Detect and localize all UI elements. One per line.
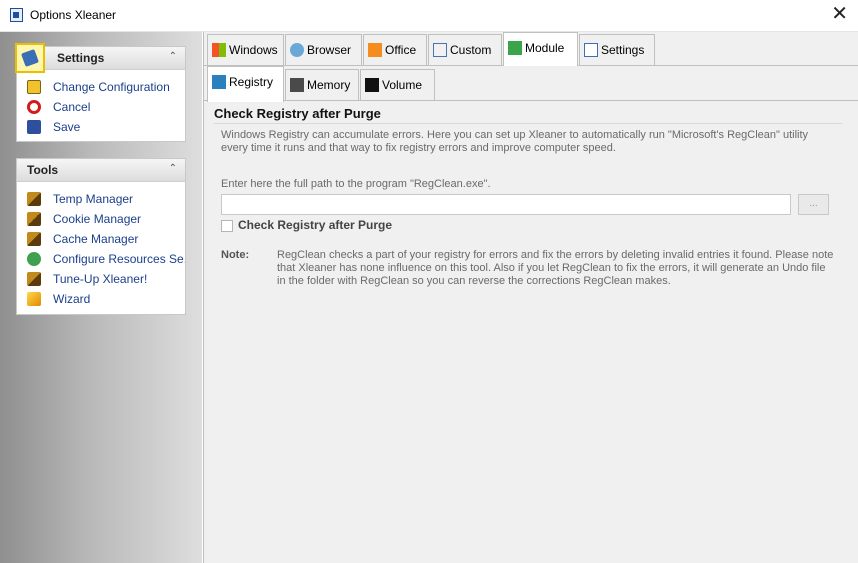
tab-settings[interactable]: Settings bbox=[579, 34, 655, 65]
tab-registry-label: Registry bbox=[229, 75, 274, 89]
tools-panel: Tools ⌃ Temp Manager Cookie Manager Cach… bbox=[16, 158, 186, 315]
resources-icon bbox=[27, 252, 41, 266]
tab-volume-label: Volume bbox=[382, 78, 423, 92]
tools-panel-header[interactable]: Tools ⌃ bbox=[17, 159, 185, 182]
settings-icon bbox=[584, 43, 598, 57]
section-divider bbox=[214, 123, 842, 124]
settings-panel-title: Settings bbox=[57, 51, 105, 65]
registry-content: Check Registry after Purge Windows Regis… bbox=[208, 104, 855, 559]
tab-windows[interactable]: Windows bbox=[207, 34, 284, 65]
cache-manager-label: Cache Manager bbox=[53, 232, 139, 246]
section-title: Check Registry after Purge bbox=[214, 106, 381, 121]
change-configuration-label: Change Configuration bbox=[53, 80, 170, 94]
app-icon bbox=[10, 8, 23, 22]
cancel-icon bbox=[27, 100, 41, 114]
change-config-icon bbox=[27, 80, 41, 94]
regclean-path-label: Enter here the full path to the program … bbox=[221, 178, 491, 190]
collapse-chevron-icon[interactable]: ⌃ bbox=[169, 163, 177, 174]
change-configuration-link[interactable]: Change Configuration bbox=[17, 77, 185, 97]
cookie-manager-label: Cookie Manager bbox=[53, 212, 142, 226]
save-icon bbox=[27, 120, 41, 134]
tab-memory-label: Memory bbox=[307, 78, 351, 92]
tab-custom[interactable]: Custom bbox=[428, 34, 502, 65]
tab-browser[interactable]: Browser bbox=[285, 34, 362, 65]
cache-manager-link[interactable]: Cache Manager bbox=[17, 229, 185, 249]
broom-icon bbox=[27, 192, 41, 206]
wizard-link[interactable]: Wizard bbox=[17, 289, 185, 309]
tab-row2-divider bbox=[204, 100, 858, 101]
tune-up-link[interactable]: Tune-Up Xleaner! bbox=[17, 269, 185, 289]
broom-icon bbox=[27, 272, 41, 286]
module-icon bbox=[508, 41, 522, 55]
left-pane: Settings ⌃ Change Configuration Cancel S… bbox=[0, 32, 202, 563]
cookie-manager-link[interactable]: Cookie Manager bbox=[17, 209, 185, 229]
configure-resources-link[interactable]: Configure Resources Se... bbox=[17, 249, 185, 269]
temp-manager-link[interactable]: Temp Manager bbox=[17, 189, 185, 209]
tab-volume[interactable]: Volume bbox=[360, 69, 435, 100]
settings-panel-icon bbox=[15, 43, 45, 73]
check-registry-label[interactable]: Check Registry after Purge bbox=[238, 218, 392, 232]
office-icon bbox=[368, 43, 382, 57]
check-registry-checkbox[interactable] bbox=[221, 220, 233, 232]
tab-office[interactable]: Office bbox=[363, 34, 427, 65]
save-link[interactable]: Save bbox=[17, 117, 185, 137]
tune-up-label: Tune-Up Xleaner! bbox=[53, 272, 148, 286]
right-pane: Windows Browser Office Custom Module Set… bbox=[203, 32, 858, 563]
settings-panel-header[interactable]: Settings ⌃ bbox=[15, 43, 185, 73]
registry-description: Windows Registry can accumulate errors. … bbox=[221, 129, 809, 154]
cancel-label: Cancel bbox=[53, 100, 91, 114]
tab-browser-label: Browser bbox=[307, 43, 352, 57]
tab-settings-label: Settings bbox=[601, 43, 645, 57]
tab-memory[interactable]: Memory bbox=[285, 69, 359, 100]
tab-custom-label: Custom bbox=[450, 43, 492, 57]
close-icon[interactable]: ✕ bbox=[831, 4, 848, 24]
tab-module[interactable]: Module bbox=[503, 32, 578, 66]
tools-panel-title: Tools bbox=[27, 163, 59, 177]
registry-icon bbox=[212, 75, 226, 89]
regclean-path-input[interactable] bbox=[221, 194, 791, 215]
wizard-label: Wizard bbox=[53, 292, 91, 306]
temp-manager-label: Temp Manager bbox=[53, 192, 134, 206]
browse-button[interactable]: ... bbox=[798, 194, 829, 215]
browser-icon bbox=[290, 43, 304, 57]
note-text: RegClean checks a part of your registry … bbox=[277, 249, 834, 287]
collapse-chevron-icon[interactable]: ⌃ bbox=[169, 51, 177, 62]
wizard-icon bbox=[27, 292, 41, 306]
note-label: Note: bbox=[221, 249, 250, 261]
tab-module-label: Module bbox=[525, 41, 565, 55]
windows-icon bbox=[212, 43, 226, 57]
broom-icon bbox=[27, 212, 41, 226]
tab-windows-label: Windows bbox=[229, 43, 278, 57]
custom-icon bbox=[433, 43, 447, 57]
settings-panel: Settings ⌃ Change Configuration Cancel S… bbox=[15, 43, 186, 142]
cancel-link[interactable]: Cancel bbox=[17, 97, 185, 117]
tab-registry[interactable]: Registry bbox=[207, 66, 284, 102]
window-title: Options Xleaner bbox=[30, 8, 117, 22]
configure-resources-label: Configure Resources Se... bbox=[53, 252, 185, 266]
memory-icon bbox=[290, 78, 304, 92]
title-bar: Options Xleaner ✕ bbox=[0, 0, 858, 32]
save-label: Save bbox=[53, 120, 81, 134]
volume-icon bbox=[365, 78, 379, 92]
broom-icon bbox=[27, 232, 41, 246]
tab-office-label: Office bbox=[385, 43, 417, 57]
